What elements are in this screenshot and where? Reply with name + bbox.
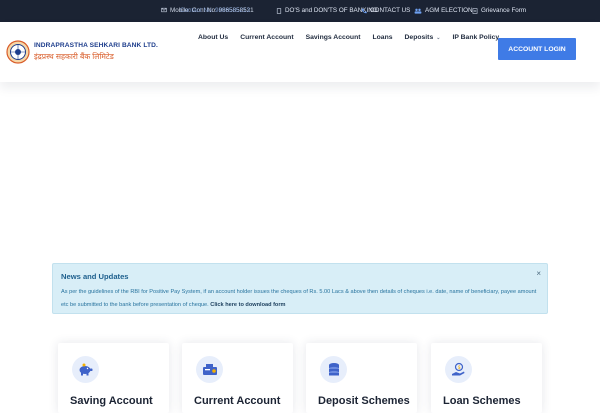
card-deposit-schemes[interactable]: Deposit Schemes	[306, 343, 417, 413]
contact-link[interactable]: CONTACT US	[361, 7, 410, 14]
bank-name-hindi: इंद्रप्रस्थ सहकारी बैंक लिमिटेड	[34, 52, 114, 61]
top-bar: Mobile: Cont No: 9865858521 Contact No: …	[0, 0, 600, 22]
nav-deposits[interactable]: Deposits ⌄	[405, 34, 441, 41]
card-title: Loan Schemes	[443, 395, 521, 407]
phone-numbers[interactable]: Mobile: Cont No: 9865858521 Contact No: …	[170, 7, 270, 16]
nav-deposits-label: Deposits	[404, 34, 434, 41]
agm-link[interactable]: AGM ELECTION	[414, 7, 473, 14]
nav-ip-bank-policy[interactable]: IP Bank Policy	[452, 34, 499, 41]
card-title: Deposit Schemes	[318, 395, 410, 407]
nav-savings-account[interactable]: Savings Account	[306, 34, 361, 41]
svg-text:$: $	[458, 365, 461, 371]
users-icon	[414, 8, 422, 14]
account-login-button[interactable]: ACCOUNT LOGIN	[498, 38, 576, 60]
card-current-account[interactable]: Current Account	[182, 343, 293, 413]
grievance-label: Grievance Form	[481, 7, 527, 14]
nav-current-account[interactable]: Current Account	[240, 34, 293, 41]
card-saving-account[interactable]: Saving Account	[58, 343, 169, 413]
bank-name-english: INDRAPRASTHA SEHKARI BANK LTD.	[34, 42, 158, 50]
form-icon	[472, 7, 478, 14]
phone-icon	[361, 8, 367, 13]
email-link[interactable]	[161, 7, 170, 13]
envelope-icon	[161, 7, 167, 13]
agm-label: AGM ELECTION	[425, 7, 473, 14]
phone-text-b: Contact No: 9898585213	[180, 7, 251, 14]
main-header: INDRAPRASTHA SEHKARI BANK LTD. इंद्रप्रस…	[0, 22, 600, 82]
chevron-down-icon: ⌄	[436, 34, 441, 41]
bank-logo[interactable]: INDRAPRASTHA SEHKARI BANK LTD. इंद्रप्रस…	[6, 40, 158, 64]
card-loan-schemes[interactable]: $ Loan Schemes	[431, 343, 542, 413]
grievance-link[interactable]: Grievance Form	[472, 7, 526, 14]
news-text: As per the guidelines of the RBI for Pos…	[61, 289, 537, 308]
card-title: Current Account	[194, 395, 281, 407]
hand-money-icon: $	[445, 356, 472, 383]
close-icon[interactable]: ×	[536, 269, 541, 278]
piggy-bank-icon	[72, 356, 99, 383]
news-title: News and Updates	[61, 272, 129, 281]
coin-stack-icon	[320, 356, 347, 383]
cash-register-icon	[196, 356, 223, 383]
news-body: As per the guidelines of the RBI for Pos…	[61, 286, 545, 312]
nav-loans[interactable]: Loans	[372, 34, 392, 41]
card-title: Saving Account	[70, 395, 153, 407]
news-alert: News and Updates As per the guidelines o…	[52, 263, 548, 314]
bank-emblem-icon	[6, 40, 30, 64]
document-icon	[276, 7, 282, 14]
main-nav: About Us Current Account Savings Account…	[198, 34, 511, 41]
nav-about-us[interactable]: About Us	[198, 34, 228, 41]
download-form-link[interactable]: Click here to download form	[210, 302, 285, 308]
contact-label: CONTACT US	[370, 7, 411, 14]
